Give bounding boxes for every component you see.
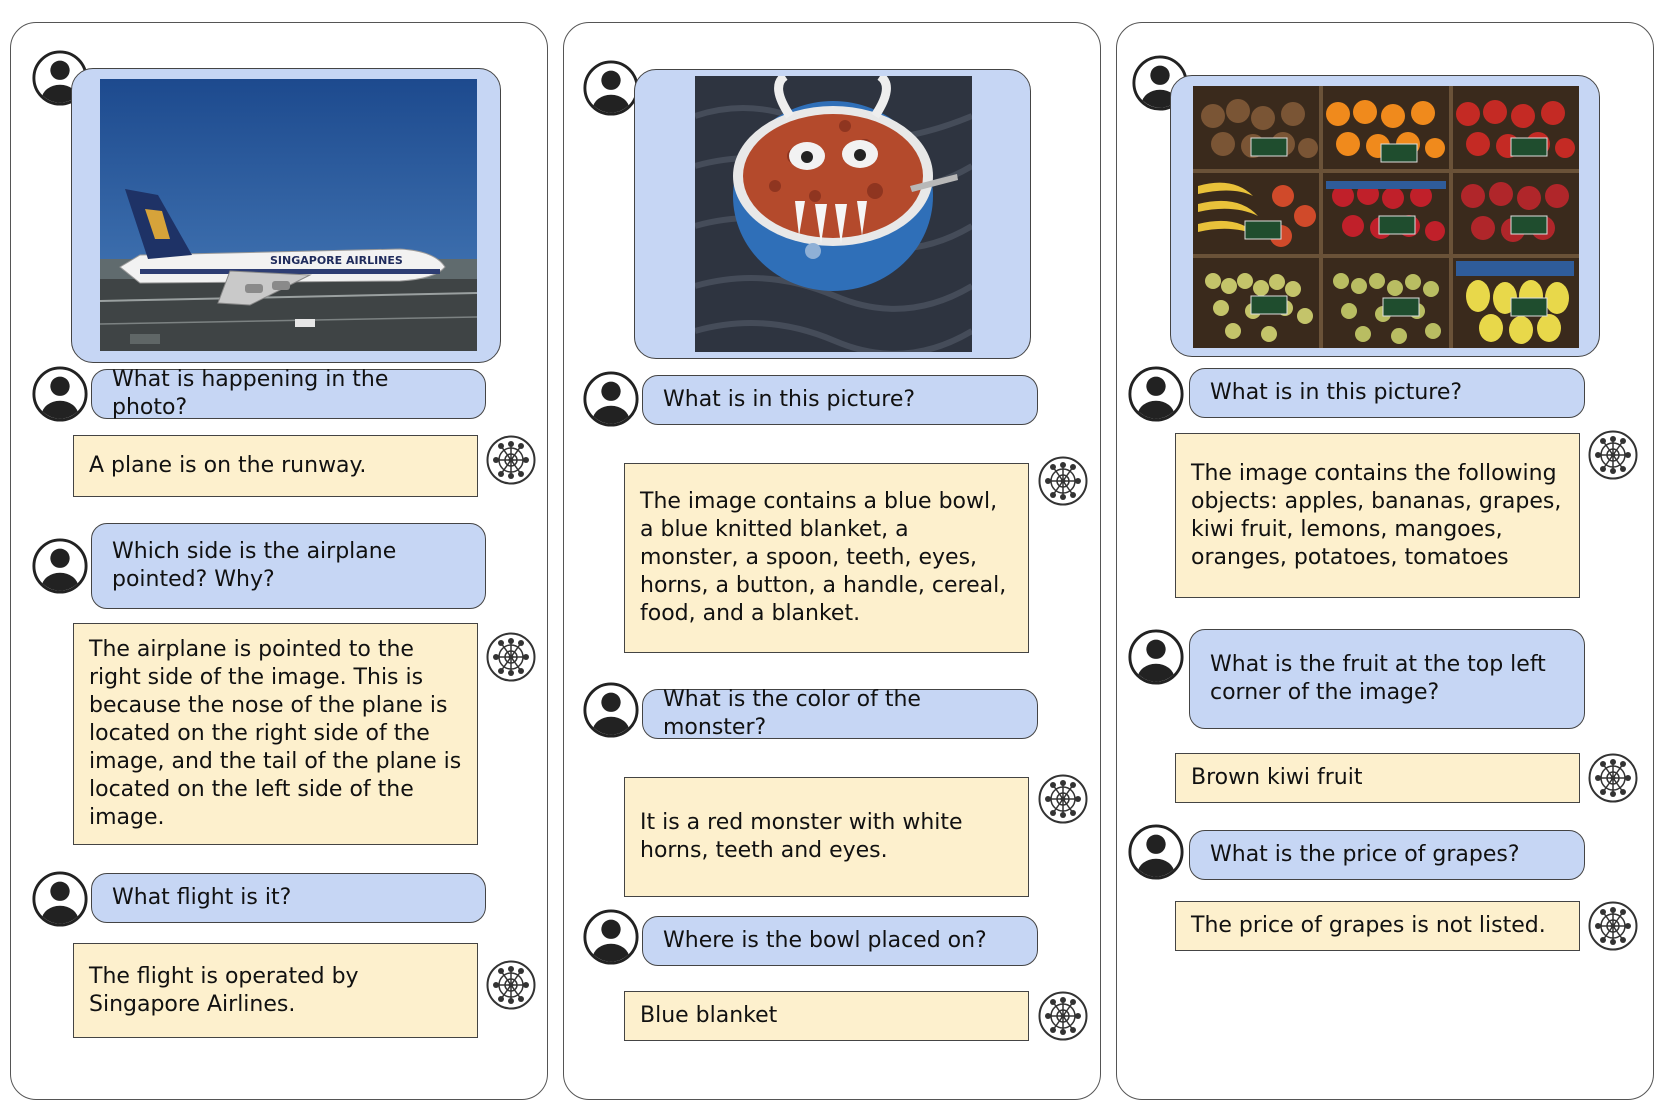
question-text: Where is the bowl placed on?	[663, 928, 987, 953]
answer-text: A plane is on the runway.	[89, 453, 367, 478]
model-logo-icon	[1587, 752, 1639, 804]
conversation-panel-2: What is in this picture? The image conta…	[563, 22, 1101, 1100]
answer-box: The flight is operated by Singapore Airl…	[73, 943, 478, 1038]
question-bubble: What is happening in the photo?	[91, 367, 486, 420]
image-message-bubble	[634, 69, 1031, 359]
monster-bowl-photo	[695, 76, 972, 352]
user-avatar-icon	[1127, 823, 1185, 881]
question-bubble: What is the price of grapes?	[1189, 830, 1585, 880]
question-text: What is happening in the photo?	[112, 367, 389, 420]
model-logo-icon	[1037, 773, 1089, 825]
model-logo-icon	[1587, 429, 1639, 481]
question-bubble: What is in this picture?	[1189, 368, 1585, 418]
model-logo-icon	[485, 434, 537, 486]
answer-text: The image contains the following objects…	[1191, 460, 1562, 570]
answer-text: Brown kiwi fruit	[1191, 765, 1363, 790]
model-logo-icon	[1037, 455, 1089, 507]
model-logo-icon	[485, 631, 537, 683]
model-logo-icon	[485, 959, 537, 1011]
question-text: What is the fruit at the top left corner…	[1210, 652, 1546, 705]
model-logo-icon	[1587, 900, 1639, 952]
answer-text: The flight is operated by Singapore Airl…	[89, 963, 359, 1017]
question-text: What is the color of the monster?	[663, 687, 921, 740]
answer-box: The image contains the following objects…	[1175, 433, 1580, 598]
conversation-panel-1: SINGAPORE AIRLINES What is happening in …	[10, 22, 548, 1100]
question-text: What flight is it?	[112, 885, 292, 910]
user-avatar-icon	[582, 681, 640, 739]
answer-box: The airplane is pointed to the right sid…	[73, 623, 478, 845]
conversation-panel-3: What is in this picture? The image conta…	[1116, 22, 1654, 1100]
model-logo-icon	[1037, 990, 1089, 1042]
user-avatar-icon	[31, 537, 89, 595]
user-avatar-icon	[31, 365, 89, 423]
user-avatar-icon	[1127, 365, 1185, 423]
fruit-market-photo	[1193, 86, 1579, 348]
answer-text: Blue blanket	[640, 1003, 778, 1028]
user-avatar-icon	[582, 908, 640, 966]
question-text: What is in this picture?	[1210, 380, 1463, 405]
question-bubble: Which side is the airplane pointed? Why?	[91, 523, 486, 609]
image-message-bubble	[1170, 75, 1600, 357]
user-avatar-icon	[582, 59, 640, 117]
question-text: What is in this picture?	[663, 387, 916, 412]
answer-box: Blue blanket	[624, 991, 1029, 1041]
question-text: What is the price of grapes?	[1210, 842, 1520, 867]
user-avatar-icon	[31, 870, 89, 928]
answer-box: A plane is on the runway.	[73, 435, 478, 497]
airplane-photo: SINGAPORE AIRLINES	[100, 79, 477, 351]
answer-text: The airplane is pointed to the right sid…	[89, 637, 462, 830]
question-bubble: What is the color of the monster?	[642, 687, 1038, 740]
answer-box: The price of grapes is not listed.	[1175, 901, 1580, 951]
question-bubble: What is the fruit at the top left corner…	[1189, 629, 1585, 729]
answer-text: The image contains a blue bowl, a blue k…	[640, 489, 1007, 626]
user-avatar-icon	[582, 370, 640, 428]
question-bubble: Where is the bowl placed on?	[642, 916, 1038, 966]
answer-box: Brown kiwi fruit	[1175, 753, 1580, 803]
question-bubble: What flight is it?	[91, 873, 486, 923]
user-avatar-icon	[1127, 628, 1185, 686]
answer-text: The price of grapes is not listed.	[1191, 913, 1546, 938]
question-text: Which side is the airplane pointed? Why?	[112, 539, 397, 592]
image-message-bubble: SINGAPORE AIRLINES	[71, 68, 501, 363]
answer-box: The image contains a blue bowl, a blue k…	[624, 463, 1029, 653]
airline-livery-text: SINGAPORE AIRLINES	[270, 254, 403, 267]
answer-text: It is a red monster with white horns, te…	[640, 810, 963, 863]
answer-box: It is a red monster with white horns, te…	[624, 777, 1029, 897]
question-bubble: What is in this picture?	[642, 375, 1038, 425]
